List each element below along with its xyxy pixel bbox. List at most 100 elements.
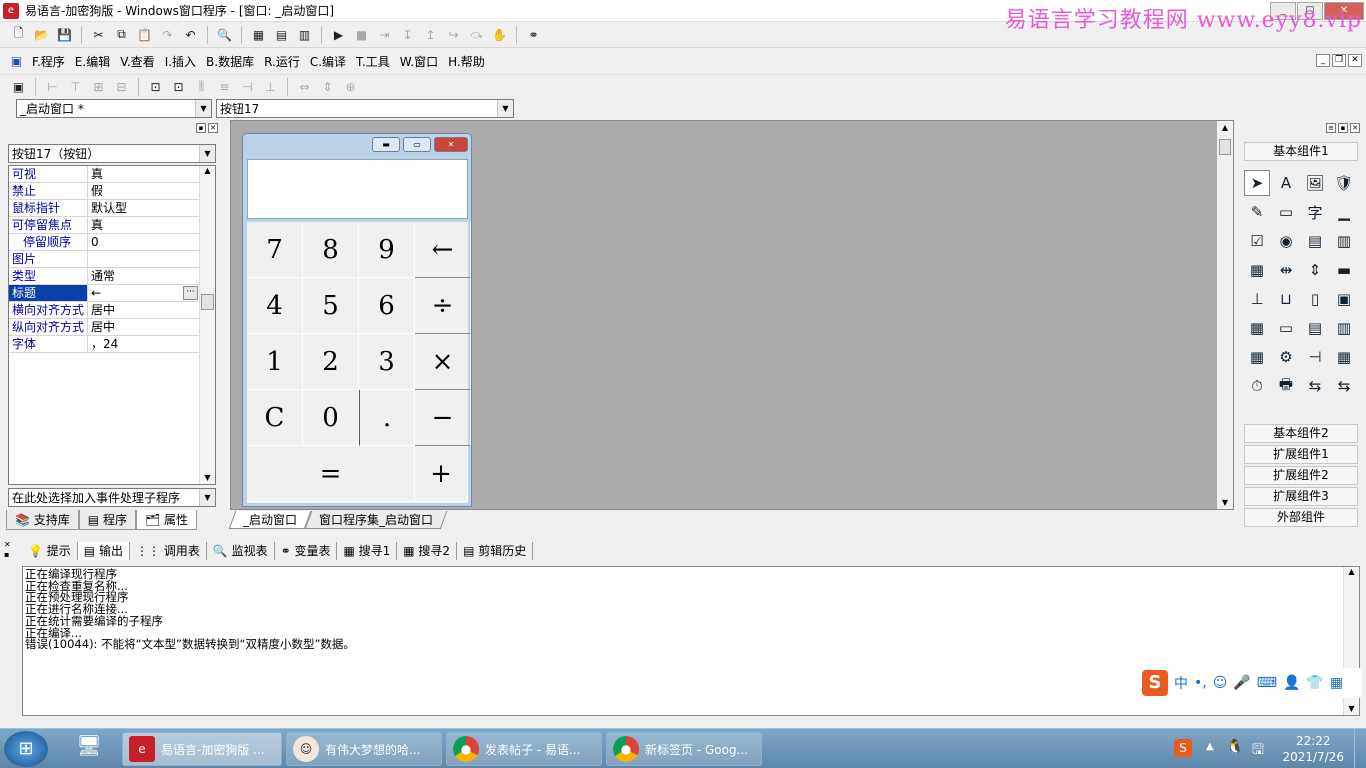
key-plus[interactable]: + [415,446,468,502]
slider-icon[interactable]: ⊥ [1244,286,1270,312]
menu-view[interactable]: V.查看 [115,53,159,70]
property-value[interactable]: 默认型 [88,200,200,216]
save-icon[interactable]: 💾 [54,25,75,45]
group-ext-1[interactable]: 扩展组件1 [1244,445,1358,464]
menu-help[interactable]: H.帮助 [443,53,490,70]
property-value[interactable]: 0 [88,234,200,250]
menu-database[interactable]: B.数据库 [201,53,259,70]
shape-icon[interactable]: 🛡 [1331,170,1357,196]
timer-icon[interactable]: ⏱ [1244,373,1270,399]
menu-tools[interactable]: T.工具 [351,53,395,70]
space-eq-icon[interactable]: ⊣ [237,77,258,97]
taskbar-item-chrome2[interactable]: ● 新标签页 - Goog... [606,732,762,766]
tab-search1[interactable]: ▦ 搜寻1 [337,542,398,560]
scroll-down-icon[interactable]: ▼ [1344,704,1359,713]
run-icon[interactable]: ▶ [328,25,349,45]
panel-minimize-button[interactable]: ▪ [1338,123,1348,133]
run-to-icon[interactable]: ⤼ [466,25,487,45]
property-value[interactable] [88,251,200,267]
scroll-up-icon[interactable]: ▲ [200,166,215,175]
mdi-close-button[interactable]: ✕ [1348,54,1362,67]
data-source-icon[interactable]: ⇆ [1302,373,1328,399]
tab-properties[interactable]: 🗂 属性 [135,510,198,530]
button-icon[interactable]: ▭ [1273,315,1299,341]
step-out-icon[interactable]: ↥ [420,25,441,45]
key-dot[interactable]: . [359,390,415,446]
calculator-form[interactable]: ▬ ▭ ✕ 7 8 9 ← 4 5 6 ÷ 1 2 3 × C 0. − = + [242,133,472,507]
event-select[interactable]: 在此处选择加入事件处理子程序 ▼ [8,488,216,507]
scroll-thumb[interactable] [1219,139,1231,155]
tab-program[interactable]: ▤ 程序 [78,510,136,530]
copy-icon[interactable]: ⧉ [111,25,132,45]
splitter-icon[interactable]: ⊣ [1302,344,1328,370]
center-v-icon[interactable]: ⊡ [168,77,189,97]
tab-search2[interactable]: ▦ 搜寻2 [397,542,458,560]
property-value[interactable]: 真 [88,217,200,233]
key-divide[interactable]: ÷ [415,278,471,334]
form-maximize-button[interactable]: ▭ [403,137,431,152]
key-minus[interactable]: − [415,390,471,446]
text-icon[interactable]: 字 [1302,199,1328,225]
show-hidden-icons[interactable]: ▲ [1206,741,1214,752]
property-row[interactable]: 禁止假 [9,183,200,200]
key-6[interactable]: 6 [359,278,415,334]
control-select[interactable]: 按钮17 ▼ [216,99,514,118]
design-surface[interactable]: ▬ ▭ ✕ 7 8 9 ← 4 5 6 ÷ 1 2 3 × C 0. − = + ▲ ▼ [230,120,1234,510]
image-icon[interactable]: ▤ [1302,315,1328,341]
file-icon[interactable]: ▯ [1302,286,1328,312]
menu-edit[interactable]: E.编辑 [70,53,115,70]
tab-call-stack[interactable]: ⋮⋮ 调用表 [130,542,207,560]
scroll-up-icon[interactable]: ▲ [1344,567,1359,576]
property-value[interactable]: ← ··· [88,285,200,301]
driver-icon[interactable]: ⚙ [1273,344,1299,370]
window-select[interactable]: _启动窗口 * ▼ [16,99,212,118]
scroll-up-icon[interactable]: ▲ [1217,123,1233,132]
panel-close-button[interactable]: ✕ [208,123,218,133]
property-row-selected[interactable]: 标题 ← ··· [9,285,200,302]
form-icon[interactable]: ▣ [8,77,29,97]
sogou-tray-icon[interactable]: S [1174,739,1192,757]
layout1-icon[interactable]: ▦ [248,25,269,45]
align-left-icon[interactable]: ⊢ [42,77,63,97]
progress-icon[interactable]: ▬ [1331,257,1357,283]
property-row[interactable]: 鼠标指针 默认型 [9,200,200,217]
space-eq2-icon[interactable]: ⊥ [260,77,281,97]
tab-variables[interactable]: ⚭ 变量表 [275,542,338,560]
same-size-icon[interactable]: ⊕ [340,77,361,97]
key-clear[interactable]: C [247,390,303,446]
menu-run[interactable]: R.运行 [259,53,305,70]
keyboard-icon[interactable]: ⌨ [1257,675,1277,691]
panel-minimize-button[interactable]: ▪ [196,123,206,133]
chevron-down-icon[interactable]: ▼ [199,489,215,506]
tab-clip-history[interactable]: ▤ 剪辑历史 [457,542,534,560]
form-close-button[interactable]: ✕ [434,137,468,152]
menu-program[interactable]: F.程序 [27,53,70,70]
frame-icon[interactable]: ▭ [1273,199,1299,225]
same-width-icon[interactable]: ⇔ [294,77,315,97]
scroll-down-icon[interactable]: ▼ [1217,498,1233,507]
grid-icon[interactable]: ▦ [1244,257,1270,283]
tab-output[interactable]: ▤ 输出 [77,542,130,560]
group-basic-1[interactable]: 基本组件1 [1244,142,1358,161]
pointer-icon[interactable]: ➤ [1244,170,1270,196]
group-basic-2[interactable]: 基本组件2 [1244,424,1358,443]
ime-mode[interactable]: 中 [1174,673,1188,693]
key-9[interactable]: 9 [359,222,415,278]
key-1[interactable]: 1 [247,334,303,390]
device-tray-icon[interactable]: 🖫 [1252,739,1264,763]
show-desktop-button[interactable] [1354,729,1366,768]
property-value[interactable]: 居中 [88,302,200,318]
tab-icon[interactable]: ⊔ [1273,286,1299,312]
picturebox-icon[interactable]: ▣ [1331,286,1357,312]
design-scrollbar[interactable]: ▲ ▼ [1217,121,1233,509]
find-icon[interactable]: 🔍 [214,25,235,45]
property-value[interactable]: ，24 [88,336,200,352]
key-3[interactable]: 3 [359,334,415,390]
calendar-icon[interactable]: ▦ [1244,315,1270,341]
undo-icon[interactable]: ↶ [180,25,201,45]
group-external[interactable]: 外部组件 [1244,508,1358,527]
doctab-window-module[interactable]: 窗口程序集_启动窗口 [304,511,448,529]
property-row[interactable]: 图片 [9,251,200,268]
property-value[interactable]: 居中 [88,319,200,335]
calculator-display[interactable] [247,159,468,219]
